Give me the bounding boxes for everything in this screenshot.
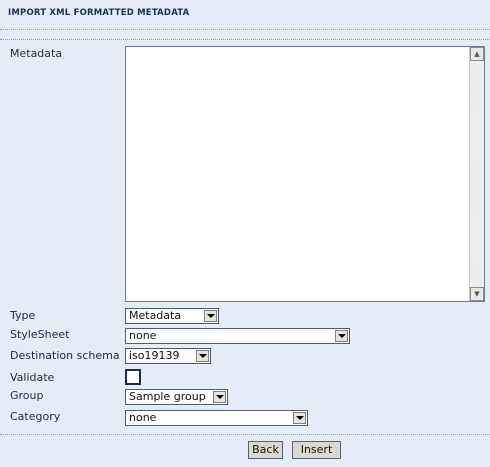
category-select[interactable]: none [125, 410, 308, 426]
metadata-textarea-container: ▲ ▼ [125, 46, 485, 302]
page-header: IMPORT XML FORMATTED METADATA [0, 0, 490, 30]
group-select[interactable]: Sample group [125, 389, 228, 405]
destination-schema-label: Destination schema [10, 349, 120, 362]
top-divider [0, 39, 490, 40]
page-title: IMPORT XML FORMATTED METADATA [8, 8, 190, 18]
insert-button[interactable]: Insert [292, 441, 341, 459]
metadata-textarea[interactable] [126, 47, 469, 301]
chevron-down-icon[interactable] [335, 330, 348, 342]
stylesheet-select[interactable]: none [125, 328, 350, 344]
validate-label: Validate [10, 371, 55, 384]
category-label: Category [10, 410, 61, 423]
destination-schema-select-value: iso19139 [129, 349, 180, 362]
stylesheet-label: StyleSheet [10, 328, 70, 341]
bottom-divider [0, 434, 490, 435]
metadata-scrollbar[interactable]: ▲ ▼ [469, 47, 484, 301]
group-label: Group [10, 389, 44, 402]
scroll-down-arrow-icon[interactable]: ▼ [470, 287, 484, 301]
type-select-value: Metadata [129, 309, 182, 322]
metadata-label: Metadata [10, 47, 63, 60]
back-button[interactable]: Back [248, 441, 283, 459]
type-label: Type [10, 309, 36, 322]
stylesheet-select-value: none [129, 329, 157, 342]
type-select[interactable]: Metadata [125, 308, 219, 324]
group-select-value: Sample group [129, 390, 206, 403]
import-xml-page: IMPORT XML FORMATTED METADATA Metadata ▲… [0, 0, 490, 467]
chevron-down-icon[interactable] [204, 310, 217, 322]
category-select-value: none [129, 411, 157, 424]
validate-checkbox[interactable] [125, 369, 141, 385]
destination-schema-select[interactable]: iso19139 [125, 348, 211, 364]
chevron-down-icon[interactable] [293, 412, 306, 424]
scroll-up-arrow-icon[interactable]: ▲ [470, 47, 484, 61]
chevron-down-icon[interactable] [213, 391, 226, 403]
chevron-down-icon[interactable] [196, 350, 209, 362]
